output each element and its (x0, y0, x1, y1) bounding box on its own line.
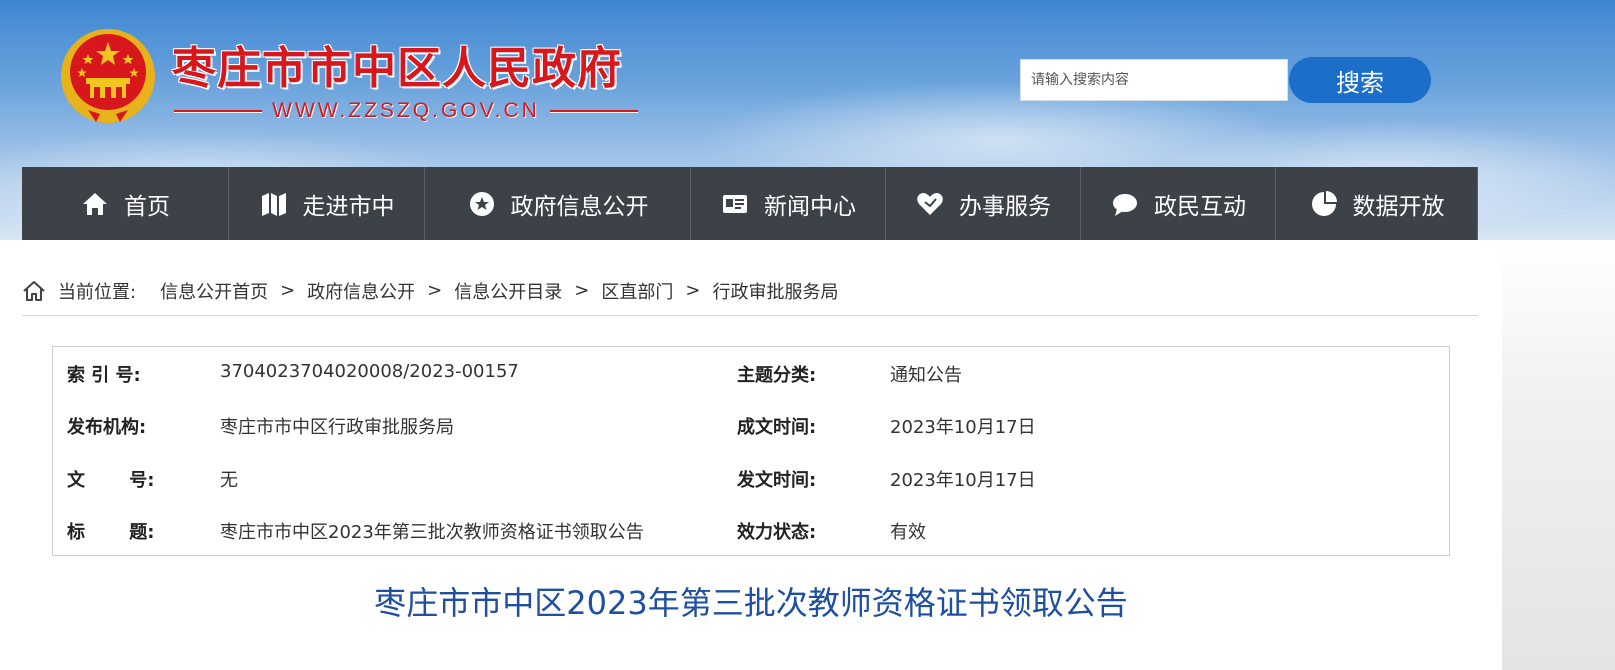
metadata-value: 枣庄市市中区行政审批服务局 (220, 417, 454, 438)
home-outline-icon (23, 280, 45, 301)
metadata-value: 通知公告 (890, 365, 962, 386)
divider (549, 110, 638, 112)
pie-chart-icon (1309, 189, 1339, 219)
nav-item-label: 走进市中 (302, 193, 395, 220)
home-icon (80, 189, 110, 219)
document-metadata-table: 索 引 号: 3704023704020008/2023-00157 主题分类:… (52, 346, 1450, 556)
nav-item-label: 首页 (124, 193, 170, 220)
article-title: 枣庄市市中区2023年第三批次教师资格证书领取公告 (374, 584, 1128, 622)
metadata-key: 成文时间: (737, 417, 817, 438)
breadcrumb-link[interactable]: 信息公开首页 (160, 278, 268, 304)
nav-item-label: 新闻中心 (764, 193, 856, 220)
metadata-value: 2023年10月17日 (890, 470, 1036, 491)
divider (174, 110, 263, 112)
nav-item-home[interactable]: 首页 (22, 167, 229, 240)
breadcrumb: 当前位置: 信息公开首页 > 政府信息公开 > 信息公开目录 > 区直部门 > … (22, 276, 1478, 316)
metadata-value: 2023年10月17日 (890, 417, 1036, 438)
breadcrumb-separator: > (427, 280, 443, 301)
site-title: 枣庄市市中区人民政府 (172, 43, 622, 94)
nav-item-open-data[interactable]: 数据开放 (1276, 167, 1478, 240)
nav-item-services[interactable]: 办事服务 (886, 167, 1081, 240)
nav-item-news[interactable]: 新闻中心 (691, 167, 886, 240)
map-icon (259, 189, 289, 219)
nav-item-label: 数据开放 (1352, 193, 1445, 220)
breadcrumb-separator: > (280, 280, 296, 301)
national-emblem-icon (61, 29, 155, 123)
metadata-value: 有效 (890, 522, 926, 543)
nav-item-label: 办事服务 (959, 193, 1051, 220)
metadata-row: 发布机构: 枣庄市市中区行政审批服务局 成文时间: 2023年10月17日 (53, 413, 1449, 465)
metadata-row: 索 引 号: 3704023704020008/2023-00157 主题分类:… (53, 361, 1449, 413)
main-nav: 首页 走进市中 政府信息公开 新闻中心 办事服务 政民互动 数据开放 (22, 167, 1478, 240)
metadata-key: 文 号: (67, 470, 155, 491)
chat-bubble-icon (1110, 189, 1140, 219)
breadcrumb-link[interactable]: 行政审批服务局 (712, 278, 838, 304)
breadcrumb-label: 当前位置: (58, 281, 137, 303)
breadcrumb-separator: > (685, 280, 701, 301)
metadata-value: 枣庄市市中区2023年第三批次教师资格证书领取公告 (220, 522, 644, 543)
metadata-key: 标 题: (67, 522, 155, 543)
star-badge-icon (467, 189, 497, 219)
metadata-key: 索 引 号: (67, 365, 141, 386)
metadata-value: 3704023704020008/2023-00157 (220, 361, 519, 382)
breadcrumb-link[interactable]: 区直部门 (601, 278, 673, 304)
nav-item-label: 政民互动 (1154, 193, 1246, 220)
id-card-icon (720, 189, 750, 219)
metadata-key: 效力状态: (737, 522, 817, 543)
search-button[interactable]: 搜索 (1289, 57, 1431, 103)
breadcrumb-link[interactable]: 信息公开目录 (454, 278, 562, 304)
metadata-row: 标 题: 枣庄市市中区2023年第三批次教师资格证书领取公告 效力状态: 有效 (53, 518, 1449, 570)
metadata-row: 文 号: 无 发文时间: 2023年10月17日 (53, 466, 1449, 518)
breadcrumb-link[interactable]: 政府信息公开 (307, 278, 415, 304)
metadata-key: 发布机构: (67, 417, 147, 438)
breadcrumb-separator: > (574, 280, 590, 301)
metadata-key: 主题分类: (737, 365, 817, 386)
metadata-value: 无 (220, 470, 238, 491)
nav-item-label: 政府信息公开 (510, 193, 649, 220)
site-url-row: WWW.ZZSZQ.GOV.CN (174, 97, 638, 125)
nav-item-about[interactable]: 走进市中 (229, 167, 425, 240)
side-strip (1502, 240, 1615, 670)
site-url: WWW.ZZSZQ.GOV.CN (272, 99, 540, 122)
nav-item-interaction[interactable]: 政民互动 (1081, 167, 1276, 240)
heart-icon (915, 189, 945, 219)
metadata-key: 发文时间: (737, 470, 817, 491)
search-input[interactable] (1020, 59, 1288, 101)
nav-item-gov-info[interactable]: 政府信息公开 (425, 167, 691, 240)
